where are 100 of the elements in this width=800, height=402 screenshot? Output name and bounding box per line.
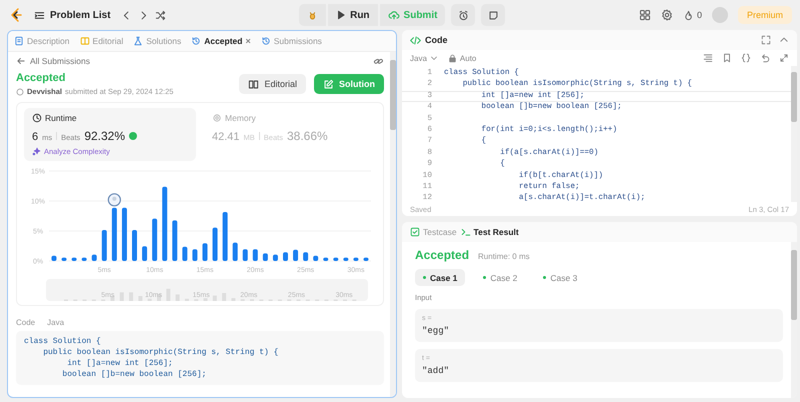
chart-bar[interactable] — [72, 258, 77, 261]
streak-counter[interactable]: 0 — [682, 10, 702, 20]
debug-button[interactable] — [299, 4, 326, 26]
panel-tab[interactable]: Editorial — [80, 36, 124, 46]
chart-bar[interactable] — [222, 212, 228, 261]
note-button[interactable] — [481, 4, 506, 26]
chart-bar[interactable] — [353, 258, 358, 261]
flame-icon — [682, 10, 694, 20]
premium-button[interactable]: Premium — [738, 6, 792, 24]
chart-bar[interactable] — [272, 254, 278, 261]
panel-title: Code — [425, 35, 448, 45]
auto-mode-toggle[interactable]: Auto — [448, 54, 476, 62]
format-icon — [703, 53, 713, 63]
clock-icon — [32, 113, 42, 123]
all-submissions-link[interactable]: All Submissions — [16, 56, 90, 66]
chart-bar[interactable] — [112, 208, 117, 261]
book-icon — [80, 36, 90, 46]
panel-tab[interactable]: Test Result — [460, 227, 519, 237]
case-tab[interactable]: Case 1 — [415, 269, 466, 286]
badge-icon — [129, 132, 138, 140]
settings-icon — [660, 9, 673, 21]
bookmark-icon — [722, 53, 732, 63]
beats-percent: 92.32% — [84, 129, 126, 143]
chart-bar[interactable] — [333, 258, 338, 261]
chart-bar[interactable] — [364, 258, 368, 261]
chart-bar[interactable] — [192, 249, 198, 261]
braces-icon — [741, 53, 751, 63]
variable-value: "add" — [422, 366, 450, 376]
chart-bar[interactable] — [212, 228, 218, 261]
code-label: Code — [16, 318, 36, 327]
language-label: Java — [47, 318, 64, 327]
chart-bar[interactable] — [92, 254, 97, 261]
play-icon — [336, 10, 346, 20]
chart-bar[interactable] — [343, 258, 348, 261]
chart-bar[interactable] — [313, 256, 318, 261]
runtime-text: Runtime: 0 ms — [478, 252, 530, 261]
chart-bar[interactable] — [132, 230, 138, 261]
book-icon — [248, 78, 260, 90]
fullscreen-icon — [761, 35, 771, 45]
chart-bar[interactable] — [293, 250, 298, 261]
panel-tab[interactable]: Solutions — [133, 36, 182, 46]
history-icon — [191, 36, 202, 46]
undo-icon — [760, 53, 770, 63]
beats-percent: 38.66% — [286, 129, 328, 143]
panel-tab[interactable]: Description — [14, 36, 70, 46]
code-icon — [410, 34, 421, 46]
code-block: class Solution { public boolean isIsomorphic(String s, String t) { int []a=new int [256]; boolean []b=new boolean [256]; — [16, 331, 384, 385]
chart-bar[interactable] — [252, 249, 258, 261]
chart-bar[interactable] — [303, 252, 308, 261]
edit-icon — [323, 78, 334, 90]
chart-bar[interactable] — [232, 242, 238, 261]
chart-bar[interactable] — [323, 258, 328, 261]
metric-title: Memory — [225, 113, 256, 123]
editorial-button[interactable]: Editorial — [239, 74, 306, 94]
result-status: Accepted — [415, 248, 470, 262]
panel-tab[interactable]: Submissions — [260, 36, 322, 46]
chart-bar[interactable] — [152, 218, 158, 261]
chart-bar[interactable] — [282, 252, 288, 261]
chart-bar[interactable] — [202, 243, 208, 261]
run-button[interactable]: Run — [328, 4, 378, 26]
chart-bar[interactable] — [242, 249, 248, 261]
case-tab[interactable]: Case 2 — [475, 269, 526, 286]
chart-bar[interactable] — [82, 258, 87, 261]
solution-button[interactable]: Solution — [314, 74, 384, 94]
metric-value: 42.41 — [212, 131, 240, 143]
chart-bar[interactable] — [62, 258, 67, 261]
chart-bar[interactable] — [142, 246, 148, 261]
language-dropdown[interactable]: Java — [410, 54, 438, 62]
variable-value: "egg" — [422, 326, 450, 336]
terminal-icon — [460, 227, 471, 237]
sparkle-icon — [32, 147, 41, 156]
chip-icon — [212, 113, 222, 123]
history-icon — [260, 36, 271, 46]
submission-status: Accepted — [16, 72, 67, 84]
panel-tab[interactable]: Testcase — [410, 227, 457, 237]
expand-icon — [779, 53, 789, 63]
checkbox-icon — [410, 227, 420, 237]
chart-bar[interactable] — [162, 186, 168, 261]
grid-icon — [638, 9, 651, 21]
chart-bar[interactable] — [122, 208, 127, 261]
metric-title: Runtime — [45, 113, 77, 123]
arrow-left-icon — [16, 56, 26, 66]
shuffle-icon — [154, 10, 166, 20]
chart-bar[interactable] — [52, 256, 56, 261]
close-tab-button[interactable]: × — [245, 36, 251, 46]
submit-button[interactable]: Submit — [380, 4, 446, 26]
panel-tab[interactable]: Accepted × — [191, 36, 251, 46]
chart-bar[interactable] — [172, 220, 178, 261]
chart-bar[interactable] — [102, 230, 107, 261]
user-icon — [16, 88, 24, 96]
problem-list-button[interactable]: Problem List — [30, 8, 115, 22]
case-tab[interactable]: Case 3 — [535, 269, 586, 286]
lock-icon — [448, 54, 457, 62]
chart-bar[interactable] — [182, 246, 188, 261]
chart-bar[interactable] — [262, 253, 268, 261]
chevron-down-icon — [430, 54, 438, 62]
metric-value: 6 — [32, 131, 38, 143]
note-icon — [488, 10, 499, 20]
flask-icon — [133, 36, 144, 46]
list-icon — [34, 10, 45, 20]
